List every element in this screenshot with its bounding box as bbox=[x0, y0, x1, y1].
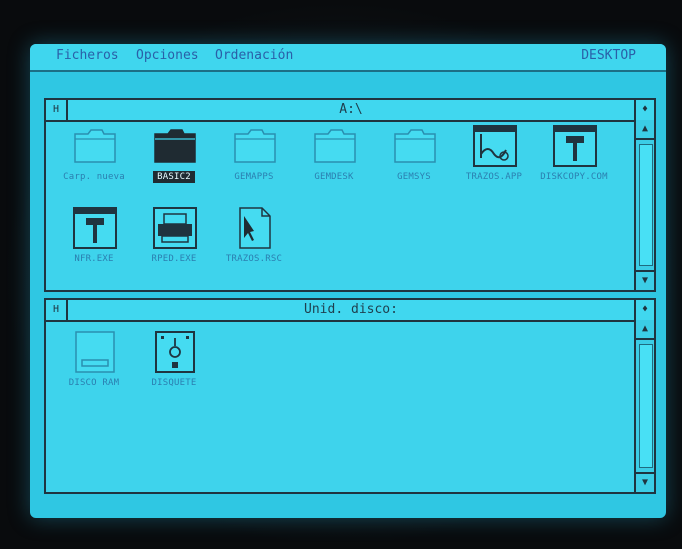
tool-item[interactable]: NFR.EXE bbox=[54, 206, 134, 278]
window-titlebar[interactable]: H A:\ ♦ bbox=[46, 100, 654, 122]
folder-icon bbox=[74, 129, 116, 163]
icon-label: DISCO RAM bbox=[68, 378, 120, 388]
menu-bar: Ficheros Opciones Ordenación DESKTOP bbox=[30, 44, 666, 72]
close-box[interactable]: H bbox=[46, 300, 68, 320]
folder-icon bbox=[394, 129, 436, 163]
window-content: Carp. nueva BASIC2 GEMAPPS GEMDESK GEMSY… bbox=[46, 120, 634, 290]
menu-opciones[interactable]: Opciones bbox=[136, 48, 199, 63]
vertical-scrollbar[interactable]: ▲ ▼ bbox=[634, 120, 654, 290]
vertical-scrollbar[interactable]: ▲ ▼ bbox=[634, 320, 654, 492]
hammer-icon bbox=[553, 125, 597, 167]
folder-item[interactable]: GEMSYS bbox=[374, 124, 454, 196]
icon-label: GEMDESK bbox=[314, 172, 354, 182]
tool-item[interactable]: DISKCOPY.COM bbox=[534, 124, 614, 196]
hammer-icon bbox=[73, 207, 117, 249]
window-titlebar[interactable]: H Unid. disco: ♦ bbox=[46, 300, 654, 322]
icon-label: DISQUETE bbox=[151, 378, 197, 388]
disk-units-window[interactable]: H Unid. disco: ♦ ▲ ▼ DISCO RAM DISQUETE bbox=[44, 298, 656, 494]
folder-item[interactable]: Carp. nueva bbox=[54, 124, 134, 196]
scroll-thumb[interactable] bbox=[639, 344, 653, 468]
fuller-box[interactable]: ♦ bbox=[634, 100, 654, 120]
folder-icon bbox=[154, 129, 196, 163]
scroll-up-arrow[interactable]: ▲ bbox=[636, 320, 654, 340]
gem-desktop-screen: Ficheros Opciones Ordenación DESKTOP H A… bbox=[30, 44, 666, 518]
icon-label: Carp. nueva bbox=[63, 172, 125, 182]
floppy-disk-icon bbox=[155, 331, 195, 373]
scroll-down-arrow[interactable]: ▼ bbox=[636, 270, 654, 290]
printer-icon bbox=[153, 207, 197, 249]
drive-a-window[interactable]: H A:\ ♦ ▲ ▼ Carp. nueva BASIC2 GEMAPPS G… bbox=[44, 98, 656, 292]
icon-label: TRAZOS.RSC bbox=[225, 254, 283, 264]
scroll-thumb[interactable] bbox=[639, 144, 653, 266]
application-item[interactable]: TRAZOS.APP bbox=[454, 124, 534, 196]
ramdisk-icon bbox=[75, 331, 115, 373]
document-icon bbox=[239, 207, 271, 249]
icon-label: RPED.EXE bbox=[151, 254, 197, 264]
ramdisk-item[interactable]: DISCO RAM bbox=[54, 330, 134, 402]
desktop-title[interactable]: DESKTOP bbox=[581, 48, 636, 63]
scroll-up-arrow[interactable]: ▲ bbox=[636, 120, 654, 140]
icon-label: GEMSYS bbox=[397, 172, 431, 182]
printer-item[interactable]: RPED.EXE bbox=[134, 206, 214, 278]
application-icon bbox=[473, 125, 517, 167]
mouse-pointer-icon bbox=[244, 216, 254, 241]
window-title: Unid. disco: bbox=[304, 302, 398, 317]
menu-ficheros[interactable]: Ficheros bbox=[56, 48, 119, 63]
menu-ordenacion[interactable]: Ordenación bbox=[215, 48, 293, 63]
folder-icon bbox=[234, 129, 276, 163]
icon-label: DISKCOPY.COM bbox=[540, 172, 608, 182]
document-item[interactable]: TRAZOS.RSC bbox=[214, 206, 294, 278]
scroll-down-arrow[interactable]: ▼ bbox=[636, 472, 654, 492]
folder-item[interactable]: GEMDESK bbox=[294, 124, 374, 196]
close-box[interactable]: H bbox=[46, 100, 68, 120]
icon-label: NFR.EXE bbox=[74, 254, 114, 264]
folder-item[interactable]: GEMAPPS bbox=[214, 124, 294, 196]
folder-item[interactable]: BASIC2 bbox=[134, 124, 214, 196]
fuller-box[interactable]: ♦ bbox=[634, 300, 654, 320]
icon-label: BASIC2 bbox=[134, 171, 214, 183]
folder-icon bbox=[314, 129, 356, 163]
icon-label: GEMAPPS bbox=[234, 172, 274, 182]
floppy-item[interactable]: DISQUETE bbox=[134, 330, 214, 402]
window-title: A:\ bbox=[339, 102, 363, 117]
icon-label: TRAZOS.APP bbox=[465, 172, 523, 182]
window-content: DISCO RAM DISQUETE bbox=[46, 320, 634, 492]
